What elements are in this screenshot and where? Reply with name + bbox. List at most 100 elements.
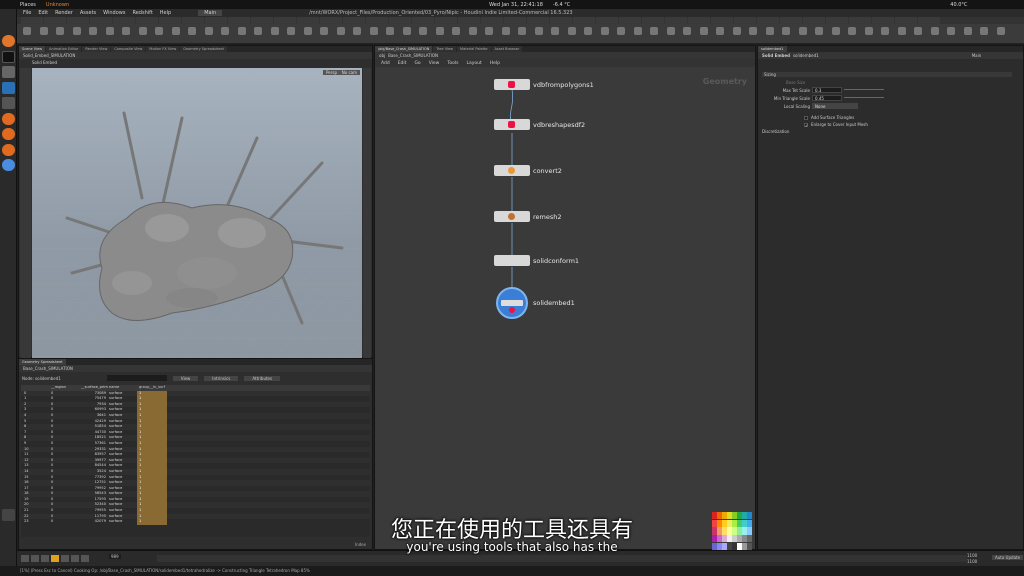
- shelf-tab[interactable]: [481, 17, 503, 24]
- places-menu[interactable]: Places: [20, 2, 36, 8]
- prev-key-button[interactable]: [31, 555, 39, 562]
- shelf-tool-icon[interactable]: [683, 27, 691, 35]
- shelf-tool-icon[interactable]: [72, 27, 81, 35]
- shelf-tool-icon[interactable]: [765, 27, 774, 35]
- shelf-tab[interactable]: [642, 17, 664, 24]
- shelf-tool-icon[interactable]: [105, 27, 114, 35]
- step-back-button[interactable]: [41, 555, 49, 562]
- firefox-icon[interactable]: [2, 35, 15, 47]
- shelf-tab[interactable]: [182, 17, 204, 24]
- shelf-tool-icon[interactable]: [650, 27, 658, 35]
- net-menu-go[interactable]: Go: [414, 61, 420, 66]
- local-scaling-dropdown[interactable]: None: [812, 103, 858, 109]
- shelf-tool-icon[interactable]: [567, 27, 576, 35]
- shelf-tool-icon[interactable]: [996, 27, 1005, 35]
- shelf-tool-icon[interactable]: [749, 27, 757, 35]
- menu-edit[interactable]: Edit: [38, 10, 48, 16]
- browser-icon[interactable]: [2, 159, 15, 171]
- shelf-tool-icon[interactable]: [897, 27, 906, 35]
- folder-icon[interactable]: [2, 97, 15, 109]
- net-menu-edit[interactable]: Edit: [398, 61, 407, 66]
- shelf-tool-icon[interactable]: [848, 27, 856, 35]
- shelf-tab[interactable]: [734, 17, 756, 24]
- shelf-tab[interactable]: [297, 17, 319, 24]
- shelf-tab[interactable]: [596, 17, 618, 24]
- shelf-tab[interactable]: [136, 17, 158, 24]
- max-tet-scale-slider[interactable]: [844, 89, 884, 90]
- shelf-tool-icon[interactable]: [138, 27, 147, 35]
- shelf-tab[interactable]: [665, 17, 687, 24]
- network-canvas[interactable]: Geometry vdbfrompolygons1 vdbreshapesdf2…: [375, 67, 755, 549]
- shelf-tab[interactable]: [159, 17, 181, 24]
- shelf-tool-icon[interactable]: [881, 27, 889, 35]
- attributes-dropdown[interactable]: Attributes: [244, 375, 281, 381]
- shelf-tool-icon[interactable]: [831, 27, 840, 35]
- shelf-tab[interactable]: [872, 17, 894, 24]
- shelf-tool-icon[interactable]: [188, 27, 196, 35]
- shelf-tool-icon[interactable]: [270, 27, 279, 35]
- menu-file[interactable]: File: [23, 10, 31, 16]
- shelf-tool-icon[interactable]: [254, 27, 262, 35]
- shelf-tab[interactable]: [849, 17, 871, 24]
- shelf-tab[interactable]: [458, 17, 480, 24]
- net-menu-layout[interactable]: Layout: [466, 61, 481, 66]
- shelf-tool-icon[interactable]: [204, 27, 213, 35]
- path-node[interactable]: Base_Crash_SIMULATION: [388, 53, 438, 58]
- shelf-tab[interactable]: [205, 17, 227, 24]
- shelf-tab[interactable]: [90, 17, 112, 24]
- shelf-tool-icon[interactable]: [798, 27, 807, 35]
- shelf-tool-icon[interactable]: [39, 27, 48, 35]
- shelf-tool-icon[interactable]: [221, 27, 229, 35]
- shelf-tool-icon[interactable]: [716, 27, 724, 35]
- viewport-left-toolbar[interactable]: [20, 68, 31, 358]
- shelf-tab[interactable]: [251, 17, 273, 24]
- enlarge-checkbox[interactable]: ✓: [804, 123, 808, 128]
- current-frame-field[interactable]: 989: [109, 554, 121, 559]
- shelf-tool-icon[interactable]: [864, 27, 873, 35]
- node-vdbreshapesdf2[interactable]: [494, 119, 530, 130]
- shelf-tool-icon[interactable]: [947, 27, 955, 35]
- shelf-tool-icon[interactable]: [402, 27, 411, 35]
- min-triangle-scale-field[interactable]: 0.45: [812, 95, 842, 101]
- shelf-tool-icon[interactable]: [963, 27, 972, 35]
- menu-redshift[interactable]: Redshift: [132, 10, 152, 16]
- shelf-tool-icon[interactable]: [584, 27, 592, 35]
- shelf-tool-icon[interactable]: [914, 27, 922, 35]
- houdini-icon[interactable]: [2, 113, 15, 125]
- shelf-tool-icon[interactable]: [336, 27, 345, 35]
- app-icon[interactable]: [2, 82, 15, 94]
- shelf-tab[interactable]: [757, 17, 779, 24]
- shelf-tab[interactable]: [780, 17, 802, 24]
- shelf-tool-icon[interactable]: [303, 27, 312, 35]
- stop-button[interactable]: [51, 555, 59, 562]
- shelf-tool-icon[interactable]: [468, 27, 477, 35]
- 3d-viewport[interactable]: Persp No cam: [32, 68, 362, 358]
- view-dropdown[interactable]: View: [172, 375, 199, 381]
- shelf-tool-icon[interactable]: [980, 27, 988, 35]
- shelf-tab[interactable]: [366, 17, 388, 24]
- shelf-tool-icon[interactable]: [23, 27, 31, 35]
- shelf-tool-icon[interactable]: [237, 27, 246, 35]
- node-convert2[interactable]: [494, 165, 530, 176]
- shelf-tool-icon[interactable]: [666, 27, 675, 35]
- discretization-section[interactable]: Discretization: [762, 129, 789, 134]
- files-icon[interactable]: [2, 66, 15, 78]
- play-button[interactable]: [61, 555, 69, 562]
- shelf-tool-icon[interactable]: [600, 27, 609, 35]
- sizing-tab[interactable]: Sizing: [762, 72, 1012, 77]
- shelf-tab[interactable]: [412, 17, 434, 24]
- shelf-tool-icon[interactable]: [732, 27, 741, 35]
- max-tet-scale-field[interactable]: 0.3: [812, 87, 842, 93]
- shelf-tool-icon[interactable]: [155, 27, 163, 35]
- shelf-tool-icon[interactable]: [633, 27, 642, 35]
- group-filter-field[interactable]: [106, 375, 167, 381]
- shelf-tool-icon[interactable]: [56, 27, 64, 35]
- clock[interactable]: Wed Jan 31, 22:41:18: [489, 2, 543, 8]
- shelf-tab[interactable]: [44, 17, 66, 24]
- shelf-tool-icon[interactable]: [386, 27, 394, 35]
- node-solidembed1[interactable]: [496, 287, 528, 319]
- shelf-tab[interactable]: [435, 17, 457, 24]
- first-frame-button[interactable]: [21, 555, 29, 562]
- shelf-tab[interactable]: [895, 17, 917, 24]
- shelf-tab[interactable]: [918, 17, 940, 24]
